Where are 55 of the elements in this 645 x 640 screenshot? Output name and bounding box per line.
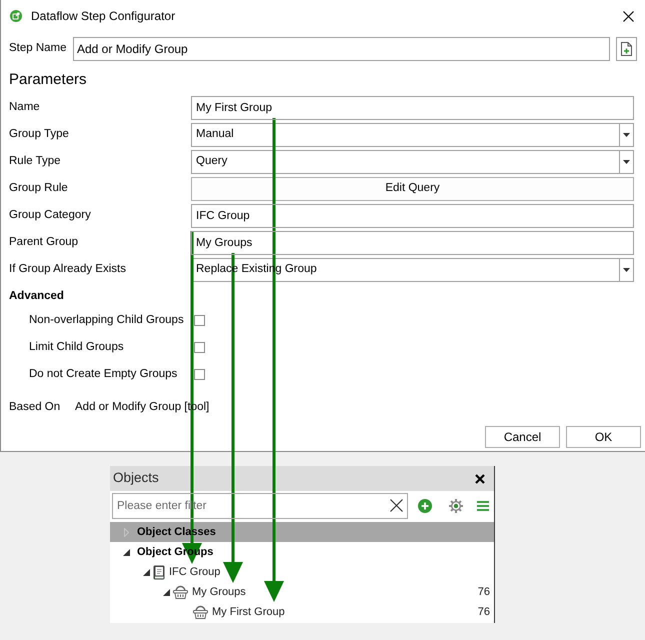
checkbox-label: Do not Create Empty Groups	[29, 366, 178, 382]
tree-toggle-icon[interactable]	[124, 528, 128, 536]
dropdown[interactable]: Query	[191, 150, 634, 174]
input-field[interactable]: My First Group	[191, 96, 634, 120]
tree-toggle-icon[interactable]	[142, 568, 150, 576]
dropdown[interactable]: Manual	[191, 123, 634, 147]
close-button[interactable]	[474, 472, 486, 484]
close-icon	[475, 474, 485, 484]
item-count: 76	[478, 604, 490, 620]
field-label: Name	[9, 100, 40, 116]
window-title: Dataflow Step Configurator	[31, 8, 176, 25]
clear-icon	[390, 499, 403, 512]
close-icon	[622, 10, 634, 22]
field-label: Based On	[9, 400, 62, 416]
section-heading: Advanced	[8, 289, 64, 304]
field-label: If Group Already Exists	[9, 262, 126, 278]
checkbox[interactable]	[194, 315, 205, 326]
ok-button[interactable]: OK	[566, 426, 641, 448]
field-label: Rule Type	[9, 154, 61, 170]
book-icon	[153, 564, 165, 580]
edit-query-button[interactable]: Edit Query	[191, 177, 634, 201]
document-plus-icon	[621, 42, 632, 56]
tree-toggle-icon[interactable]	[162, 588, 170, 596]
input-field[interactable]: IFC Group	[191, 204, 634, 228]
checkbox[interactable]	[194, 342, 205, 353]
basket-icon	[173, 585, 188, 599]
input-field[interactable]: My Groups	[191, 231, 634, 255]
tree-toggle-icon[interactable]	[122, 548, 130, 556]
basket-icon	[193, 605, 208, 619]
item-count: 76	[478, 584, 490, 600]
checkbox-label: Limit Child Groups	[29, 340, 125, 355]
tree-item[interactable]: IFC Group	[110, 562, 494, 582]
field-label: Group Type	[9, 127, 69, 142]
menu-icon[interactable]	[477, 501, 489, 511]
settings-icon[interactable]	[449, 499, 463, 513]
caret-icon	[623, 133, 630, 137]
cancel-button[interactable]: Cancel	[485, 426, 560, 448]
caret-icon	[623, 268, 630, 272]
app-icon	[10, 10, 22, 22]
field-label: Group Category	[9, 208, 91, 224]
caret-icon	[623, 160, 630, 164]
clear-button[interactable]	[390, 499, 403, 512]
field-label: Step Name	[9, 41, 68, 56]
close-button[interactable]	[621, 9, 635, 23]
tree-item[interactable]: My First Group 76	[110, 602, 494, 622]
tree-item[interactable]: My Groups 76	[110, 582, 494, 602]
input-field[interactable]: Add or Modify Group	[73, 37, 610, 61]
field-label: Group Rule	[9, 181, 68, 196]
checkbox-label: Non-overlapping Child Groups	[29, 312, 185, 328]
field-label: Parent Group	[9, 235, 78, 250]
panel-title: Objects	[113, 469, 159, 488]
section-heading: Parameters	[8, 70, 87, 90]
new-step-button[interactable]	[616, 37, 637, 61]
add-icon[interactable]	[418, 499, 432, 513]
checkbox[interactable]	[194, 369, 205, 380]
